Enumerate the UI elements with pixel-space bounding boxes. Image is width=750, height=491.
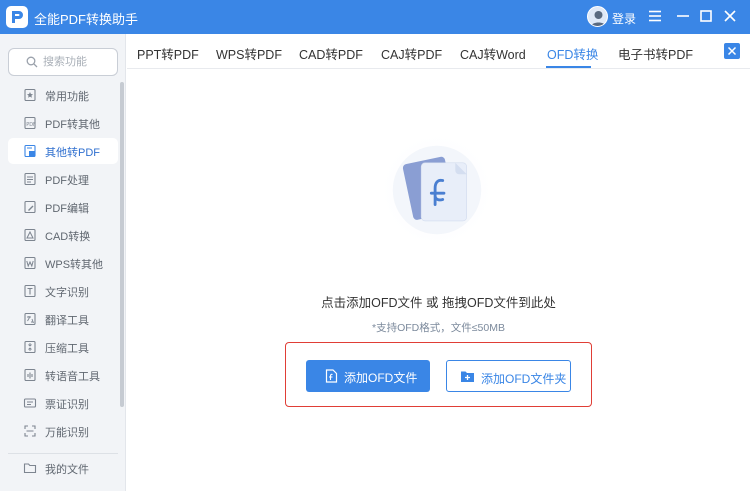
search-icon	[26, 56, 38, 68]
sidebar-item-ticket[interactable]: 票证识别	[8, 390, 118, 416]
sidebar-item-pdf-edit[interactable]: PDF编辑	[8, 194, 118, 220]
tab-caj-to-word[interactable]: CAJ转Word	[460, 44, 526, 63]
sidebar-item-ocr[interactable]: 文字识别	[8, 278, 118, 304]
ticket-icon	[23, 398, 37, 408]
close-panel-icon[interactable]	[724, 43, 740, 59]
tab-ofd-convert[interactable]: OFD转换	[547, 44, 598, 63]
folder-add-icon	[461, 371, 474, 382]
maximize-icon[interactable]	[697, 7, 715, 25]
sidebar-item-compress[interactable]: 压缩工具	[8, 334, 118, 360]
title-bar: 全能PDF转换助手 登录	[0, 0, 750, 34]
app-logo-icon	[6, 6, 28, 28]
tab-caj-to-pdf[interactable]: CAJ转PDF	[381, 44, 442, 63]
format-hint: *支持OFD格式，文件≤50MB	[372, 322, 505, 334]
tab-cad-to-pdf[interactable]: CAD转PDF	[299, 44, 363, 63]
sidebar-item-common[interactable]: 常用功能	[8, 82, 118, 108]
translate-icon	[24, 312, 36, 326]
pdf-edit-icon	[24, 200, 36, 214]
pdf-convert-icon: PDF	[24, 116, 36, 130]
wps-icon	[24, 256, 36, 270]
ocr-icon	[24, 284, 36, 298]
svg-text:PDF: PDF	[26, 122, 36, 128]
active-tab-indicator	[546, 66, 591, 68]
tab-wps-to-pdf[interactable]: WPS转PDF	[216, 44, 282, 63]
sidebar-divider	[8, 453, 118, 454]
search-box[interactable]	[8, 48, 118, 76]
compress-icon	[24, 340, 36, 354]
voice-icon	[24, 368, 36, 382]
ofd-file-illustration-icon	[377, 130, 497, 250]
sidebar-item-voice[interactable]: 转语音工具	[8, 362, 118, 388]
add-ofd-folder-button[interactable]: 添加OFD文件夹	[446, 360, 571, 392]
sidebar-item-translate[interactable]: 翻译工具	[8, 306, 118, 332]
sidebar-item-wps[interactable]: WPS转其他	[8, 250, 118, 276]
tab-bar: PPT转PDF WPS转PDF CAD转PDF CAJ转PDF CAJ转Word…	[127, 34, 750, 69]
search-input[interactable]	[43, 54, 113, 70]
login-link[interactable]: 登录	[612, 10, 636, 27]
user-avatar[interactable]	[587, 6, 608, 27]
tab-ebook-to-pdf[interactable]: 电子书转PDF	[618, 44, 693, 63]
drop-instruction: 点击添加OFD文件 或 拖拽OFD文件到此处	[321, 296, 556, 310]
menu-icon[interactable]	[646, 7, 664, 25]
minimize-icon[interactable]	[674, 7, 692, 25]
file-icon	[325, 369, 338, 383]
sidebar-item-scan[interactable]: 万能识别	[8, 418, 118, 444]
folder-icon	[23, 463, 37, 474]
sidebar-item-other-to-pdf[interactable]: 其他转PDF	[8, 138, 118, 164]
sidebar-item-pdf-to-other[interactable]: PDF PDF转其他	[8, 110, 118, 136]
sidebar-item-cad[interactable]: CAD转换	[8, 222, 118, 248]
app-title: 全能PDF转换助手	[34, 12, 139, 27]
to-pdf-icon	[24, 144, 36, 158]
sidebar-scrollbar[interactable]	[120, 82, 124, 407]
sidebar-item-my-files[interactable]: 我的文件	[8, 455, 118, 481]
tab-ppt-to-pdf[interactable]: PPT转PDF	[137, 44, 199, 63]
star-doc-icon	[24, 88, 36, 102]
pdf-process-icon	[24, 172, 36, 186]
scan-icon	[24, 425, 36, 437]
close-icon[interactable]	[721, 7, 739, 25]
sidebar: 常用功能 PDF PDF转其他 其他转PDF PDF处理 PDF编辑 CAD转换…	[0, 34, 126, 491]
sidebar-item-pdf-process[interactable]: PDF处理	[8, 166, 118, 192]
add-ofd-file-button[interactable]: 添加OFD文件	[306, 360, 430, 392]
cad-icon	[24, 228, 36, 242]
drop-zone[interactable]: 点击添加OFD文件 或 拖拽OFD文件到此处 *支持OFD格式，文件≤50MB …	[127, 70, 750, 491]
